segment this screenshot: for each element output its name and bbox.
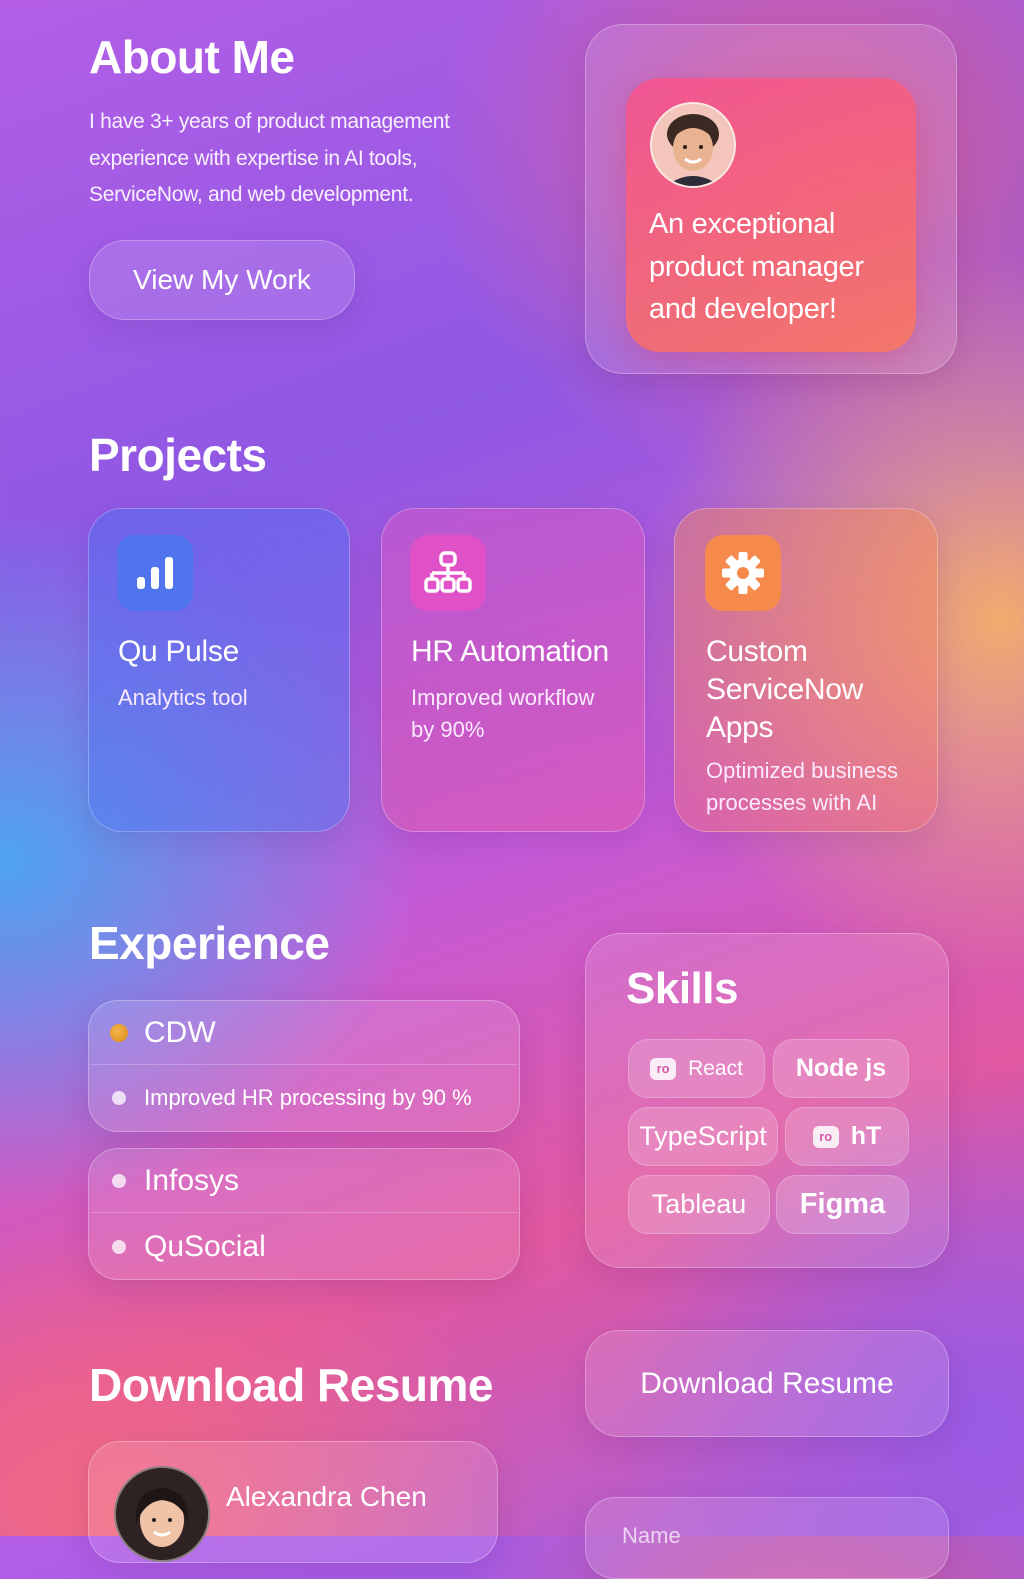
timeline-dot [112, 1240, 126, 1254]
about-title: About Me [89, 31, 295, 83]
skill-label: TypeScript [639, 1121, 767, 1151]
experience-company: CDW [144, 1016, 216, 1049]
view-work-button[interactable]: View My Work [89, 240, 355, 320]
name-input[interactable] [620, 1518, 914, 1554]
divider [90, 1212, 518, 1213]
experience-title: Experience [89, 917, 330, 969]
experience-detail: Improved HR processing by 90 % [112, 1082, 472, 1114]
timeline-dot-active [110, 1024, 128, 1042]
experience-detail-text: Improved HR processing by 90 % [144, 1085, 472, 1110]
experience-company: QuSocial [144, 1230, 266, 1263]
project-card-hr-automation[interactable]: HR Automation Improved workflow by 90% [381, 508, 645, 832]
skill-label: React [688, 1056, 743, 1080]
experience-item[interactable]: CDW [110, 1014, 216, 1052]
project-card-qu-pulse[interactable]: Qu Pulse Analytics tool [88, 508, 350, 832]
experience-company: Infosys [144, 1164, 240, 1197]
experience-item[interactable]: Infosys [112, 1162, 239, 1200]
skill-chip-figma[interactable]: Figma [776, 1175, 909, 1234]
skill-label: Node js [795, 1054, 887, 1082]
project-title: Custom ServiceNow Apps [706, 635, 864, 744]
avatar [114, 1466, 210, 1562]
contact-form-card [585, 1497, 949, 1579]
skill-label: Tableau [651, 1189, 747, 1219]
org-chart-icon [410, 535, 486, 611]
timeline-dot [112, 1174, 126, 1188]
skill-logo-icon: ro [812, 1125, 839, 1148]
skill-chip-node[interactable]: Node js [773, 1039, 909, 1098]
skill-chip-tableau[interactable]: Tableau [628, 1175, 770, 1234]
profile-name: Alexandra Chen [226, 1481, 427, 1512]
project-desc: Optimized business processes with AI [706, 758, 898, 815]
skill-label: hT [850, 1122, 882, 1150]
project-desc: Analytics tool [118, 685, 248, 710]
skill-chip-other[interactable]: ro hT [785, 1107, 909, 1166]
project-card-servicenow[interactable]: Custom ServiceNow Apps Optimized busines… [674, 508, 938, 832]
skill-chip-react[interactable]: ro React [628, 1039, 765, 1098]
skill-label: Figma [799, 1188, 886, 1220]
experience-item[interactable]: QuSocial [112, 1228, 266, 1266]
divider [90, 1064, 518, 1065]
download-resume-button[interactable]: Download Resume [585, 1330, 949, 1437]
skill-chip-typescript[interactable]: TypeScript [628, 1107, 778, 1166]
gear-icon [705, 535, 781, 611]
skills-title: Skills [626, 964, 738, 1013]
project-desc: Improved workflow by 90% [411, 685, 595, 742]
avatar [650, 102, 736, 188]
projects-title: Projects [89, 429, 267, 481]
project-title: HR Automation [411, 635, 609, 668]
testimonial-quote: An exceptional product manager and devel… [649, 208, 864, 325]
react-logo-icon: ro [650, 1057, 677, 1080]
timeline-dot [112, 1091, 126, 1105]
project-title: Qu Pulse [118, 635, 239, 668]
download-title: Download Resume [89, 1359, 494, 1411]
bar-chart-icon [117, 535, 193, 611]
about-text: I have 3+ years of product management ex… [89, 110, 450, 206]
